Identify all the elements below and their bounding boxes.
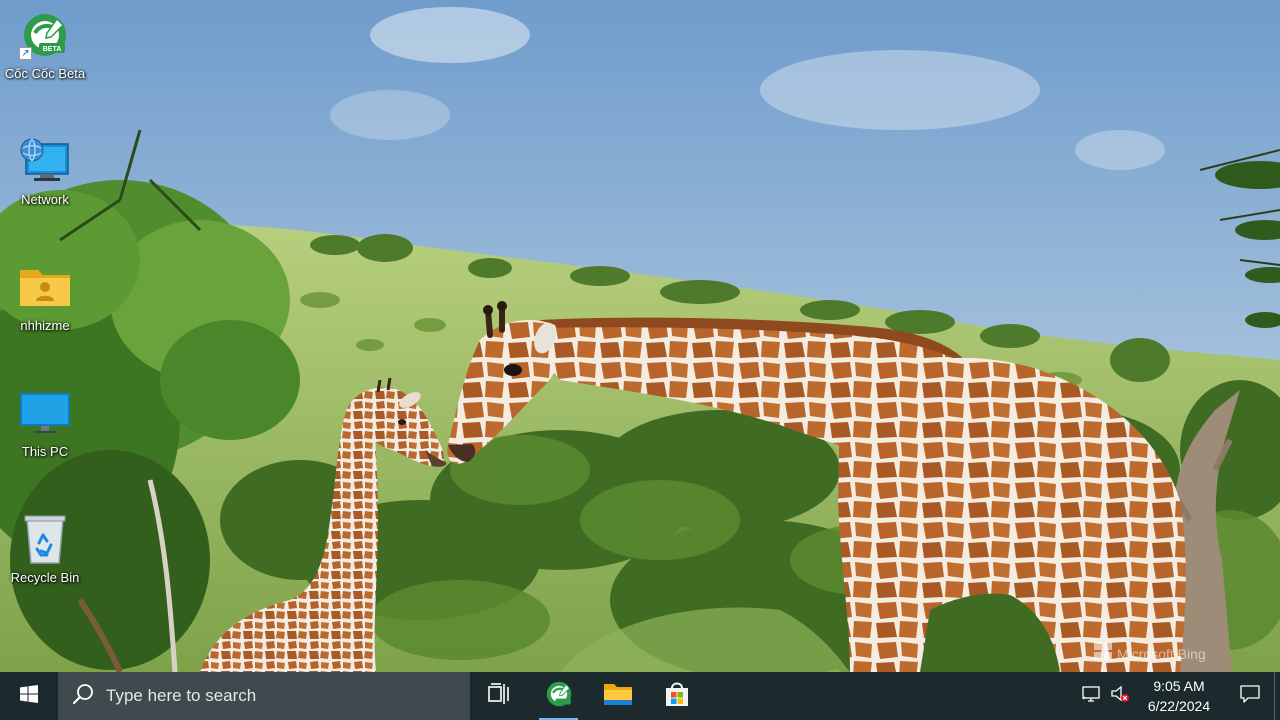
start-button[interactable] <box>0 672 58 720</box>
task-view-icon <box>487 682 512 710</box>
desktop-icon-label: nhhizme <box>20 318 70 333</box>
desktop-icon-coccoc-beta[interactable]: BETA ↗ Cốc Cốc Beta <box>2 8 88 81</box>
desktop-icon-label: Recycle Bin <box>10 570 80 585</box>
bing-watermark: Microsoft Bing <box>1094 642 1206 665</box>
desktop-icon-network[interactable]: Network <box>2 134 88 207</box>
action-center-icon <box>1240 684 1260 709</box>
bing-logo-icon <box>1094 642 1112 665</box>
task-view-button[interactable] <box>470 672 529 720</box>
desktop-icon-label: Cốc Cốc Beta <box>4 66 86 81</box>
windows-logo-icon <box>20 684 38 708</box>
store-icon <box>663 680 691 713</box>
folder-icon <box>603 681 633 712</box>
taskbar-search-box[interactable]: Type here to search <box>58 672 470 720</box>
user-folder-icon <box>17 260 73 314</box>
network-icon <box>17 134 73 188</box>
desktop-icon-this-pc[interactable]: This PC <box>2 386 88 459</box>
tray-volume-button[interactable] <box>1106 672 1134 720</box>
clock-time: 9:05 AM <box>1153 678 1205 694</box>
network-disconnected-icon <box>1082 685 1102 708</box>
desktop-icon-recycle-bin[interactable]: Recycle Bin <box>2 512 88 585</box>
taskbar-clock[interactable]: 9:05 AM 6/22/2024 <box>1138 676 1220 716</box>
volume-muted-icon <box>1110 685 1130 708</box>
recycle-bin-icon <box>17 512 73 566</box>
desktop-icon-label: Network <box>21 192 69 207</box>
watermark-label: Microsoft Bing <box>1117 645 1206 662</box>
desktop-icon-label: This PC <box>21 444 69 459</box>
taskbar-app-coccoc[interactable] <box>529 672 588 720</box>
search-placeholder: Type here to search <box>106 686 257 705</box>
system-tray: 9:05 AM 6/22/2024 <box>1078 672 1280 720</box>
shortcut-arrow-icon: ↗ <box>19 47 32 60</box>
taskbar-app-store[interactable] <box>647 672 706 720</box>
search-icon <box>72 683 94 710</box>
clock-date: 6/22/2024 <box>1147 698 1211 714</box>
tray-network-button[interactable] <box>1078 672 1106 720</box>
taskbar: Type here to search 9:05 AM 6/22/2024 <box>0 672 1280 720</box>
coccoc-beta-icon <box>545 680 573 713</box>
show-desktop-button[interactable] <box>1274 672 1280 720</box>
taskbar-app-file-explorer[interactable] <box>588 672 647 720</box>
giraffe-wallpaper-image <box>0 0 1280 672</box>
this-pc-icon <box>17 386 73 440</box>
desktop-wallpaper <box>0 0 1280 672</box>
action-center-button[interactable] <box>1226 672 1274 720</box>
beta-badge: BETA <box>43 46 62 53</box>
coccoc-beta-icon: BETA ↗ <box>17 8 73 62</box>
desktop-icon-user-folder[interactable]: nhhizme <box>2 260 88 333</box>
